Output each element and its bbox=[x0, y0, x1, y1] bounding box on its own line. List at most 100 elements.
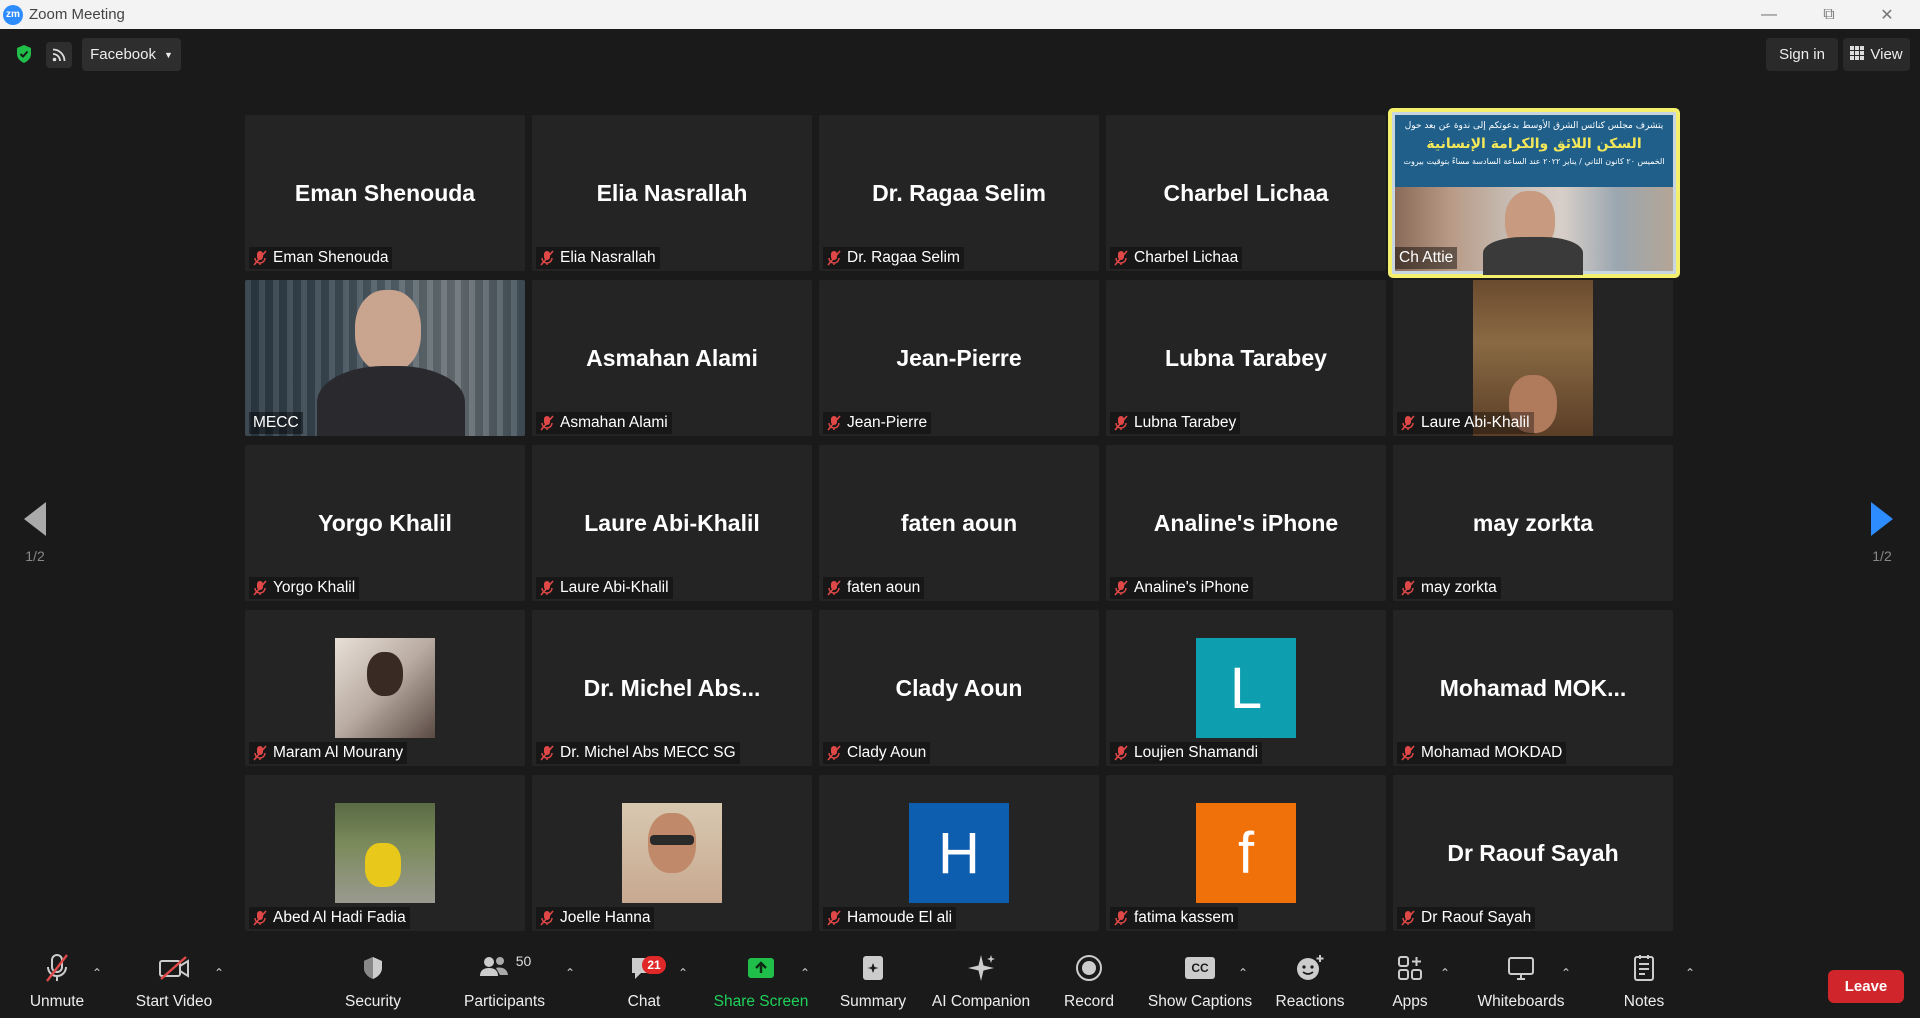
notes-button[interactable]: Notes bbox=[1621, 946, 1667, 1018]
participant-label: Dr. Ragaa Selim bbox=[823, 247, 964, 269]
arrow-right-icon[interactable] bbox=[1869, 500, 1895, 538]
participant-tile[interactable]: may zorkta may zorkta bbox=[1393, 445, 1673, 601]
participant-label: Dr Raouf Sayah bbox=[1397, 907, 1536, 929]
encryption-shield-icon[interactable] bbox=[12, 42, 36, 66]
apps-button[interactable]: Apps bbox=[1389, 946, 1431, 1018]
participant-name: Ch Attie bbox=[1399, 249, 1454, 266]
summary-icon bbox=[860, 946, 886, 990]
share-screen-button[interactable]: Share Screen bbox=[713, 946, 809, 1018]
participant-tile[interactable]: L Loujien Shamandi bbox=[1106, 610, 1386, 766]
whiteboards-caret-icon[interactable]: ⌃ bbox=[1561, 966, 1571, 980]
arrow-left-icon[interactable] bbox=[22, 500, 48, 538]
profile-photo bbox=[335, 638, 435, 738]
chevron-down-icon: ▼ bbox=[163, 49, 173, 60]
leave-button[interactable]: Leave bbox=[1828, 970, 1904, 1003]
ai-companion-label: AI Companion bbox=[931, 993, 1031, 1010]
record-button[interactable]: Record bbox=[1063, 946, 1115, 1018]
muted-mic-icon bbox=[253, 745, 267, 761]
participant-tile[interactable]: Jean-Pierre Jean-Pierre bbox=[819, 280, 1099, 436]
share-caret-icon[interactable]: ⌃ bbox=[800, 966, 810, 980]
minimize-icon[interactable]: — bbox=[1740, 0, 1798, 29]
ai-companion-button[interactable]: AI Companion bbox=[930, 946, 1032, 1018]
participant-tile[interactable]: H Hamoude El ali bbox=[819, 775, 1099, 931]
participant-tile[interactable]: Asmahan Alami Asmahan Alami bbox=[532, 280, 812, 436]
participant-tile[interactable]: faten aoun faten aoun bbox=[819, 445, 1099, 601]
audio-options-caret-icon[interactable]: ⌃ bbox=[92, 966, 102, 980]
participant-name: may zorkta bbox=[1421, 579, 1497, 596]
chat-button[interactable]: 21 Chat bbox=[622, 946, 666, 1018]
photo-child bbox=[365, 843, 401, 887]
participant-label: Hamoude El ali bbox=[823, 907, 957, 929]
participant-name: Dr. Ragaa Selim bbox=[847, 249, 960, 266]
participant-tile[interactable]: Dr. Ragaa Selim Dr. Ragaa Selim bbox=[819, 115, 1099, 271]
show-captions-label: Show Captions bbox=[1147, 993, 1253, 1010]
participant-tile[interactable]: Elia Nasrallah Elia Nasrallah bbox=[532, 115, 812, 271]
muted-mic-icon bbox=[540, 910, 554, 926]
video-off-icon bbox=[158, 946, 190, 990]
participant-tile[interactable]: Clady Aoun Clady Aoun bbox=[819, 610, 1099, 766]
captions-caret-icon[interactable]: ⌃ bbox=[1238, 966, 1248, 980]
participants-caret-icon[interactable]: ⌃ bbox=[565, 966, 575, 980]
chat-caret-icon[interactable]: ⌃ bbox=[678, 966, 688, 980]
participant-head bbox=[355, 290, 421, 372]
livestream-dropdown[interactable]: Facebook ▼ bbox=[82, 38, 181, 71]
muted-mic-icon bbox=[1401, 745, 1415, 761]
active-speaker-tile[interactable]: يتشرف مجلس كنائس الشرق الأوسط بدعوتكم إل… bbox=[1388, 108, 1680, 278]
participant-tile[interactable]: Maram Al Mourany bbox=[245, 610, 525, 766]
participant-tile[interactable]: Joelle Hanna bbox=[532, 775, 812, 931]
summary-button[interactable]: Summary bbox=[835, 946, 911, 1018]
muted-mic-icon bbox=[827, 415, 841, 431]
notes-caret-icon[interactable]: ⌃ bbox=[1685, 966, 1695, 980]
muted-mic-icon bbox=[1114, 910, 1128, 926]
muted-mic-icon bbox=[1401, 415, 1415, 431]
participant-tile[interactable]: Dr Raouf Sayah Dr Raouf Sayah bbox=[1393, 775, 1673, 931]
start-video-button[interactable]: Start Video bbox=[133, 946, 215, 1018]
participant-tile[interactable]: Charbel Lichaa Charbel Lichaa bbox=[1106, 115, 1386, 271]
profile-photo bbox=[622, 803, 722, 903]
participant-label: Mohamad MOKDAD bbox=[1397, 742, 1567, 764]
unmute-button[interactable]: Unmute bbox=[22, 946, 92, 1018]
participant-tile[interactable]: Abed Al Hadi Fadia bbox=[245, 775, 525, 931]
participant-tile[interactable]: Mohamad MOK... Mohamad MOKDAD bbox=[1393, 610, 1673, 766]
sign-in-button[interactable]: Sign in bbox=[1766, 38, 1838, 71]
chat-unread-badge: 21 bbox=[642, 956, 666, 974]
participant-tile[interactable]: Analine's iPhone Analine's iPhone bbox=[1106, 445, 1386, 601]
participant-tile[interactable]: MECC bbox=[245, 280, 525, 436]
muted-mic-icon bbox=[827, 910, 841, 926]
restore-icon[interactable]: ⧉ bbox=[1800, 0, 1858, 29]
participant-tile[interactable]: Laure Abi-Khalil bbox=[1393, 280, 1673, 436]
security-button[interactable]: Security bbox=[343, 946, 403, 1018]
muted-mic-icon bbox=[540, 745, 554, 761]
title-bar: zm Zoom Meeting — ⧉ ✕ bbox=[0, 0, 1920, 29]
participant-name: Joelle Hanna bbox=[560, 909, 651, 926]
zoom-logo-icon: zm bbox=[3, 4, 23, 25]
participant-tile[interactable]: Lubna Tarabey Lubna Tarabey bbox=[1106, 280, 1386, 436]
reactions-button[interactable]: Reactions bbox=[1271, 946, 1349, 1018]
unmute-label: Unmute bbox=[29, 993, 85, 1010]
shield-icon bbox=[362, 946, 384, 990]
livestream-icon[interactable] bbox=[46, 42, 72, 68]
initial-avatar: H bbox=[909, 803, 1009, 903]
participant-tile[interactable]: f fatima kassem bbox=[1106, 775, 1386, 931]
participant-name: Dr. Michel Abs MECC SG bbox=[560, 744, 736, 761]
participant-tile[interactable]: Yorgo Khalil Yorgo Khalil bbox=[245, 445, 525, 601]
participant-tile[interactable]: Dr. Michel Abs... Dr. Michel Abs MECC SG bbox=[532, 610, 812, 766]
participant-name: faten aoun bbox=[847, 579, 921, 596]
next-page-nav[interactable]: 1/2 bbox=[1862, 500, 1902, 600]
show-captions-button[interactable]: CC Show Captions bbox=[1148, 946, 1252, 1018]
whiteboards-button[interactable]: Whiteboards bbox=[1476, 946, 1566, 1018]
muted-mic-icon bbox=[540, 250, 554, 266]
view-button[interactable]: View bbox=[1843, 38, 1910, 71]
muted-mic-icon bbox=[1114, 250, 1128, 266]
video-options-caret-icon[interactable]: ⌃ bbox=[214, 966, 224, 980]
initial-avatar: f bbox=[1196, 803, 1296, 903]
participants-button[interactable]: 50 Participants bbox=[462, 946, 547, 1018]
livestream-label: Facebook bbox=[90, 46, 156, 63]
participant-tile[interactable]: Eman Shenouda Eman Shenouda bbox=[245, 115, 525, 271]
close-icon[interactable]: ✕ bbox=[1858, 0, 1916, 29]
apps-caret-icon[interactable]: ⌃ bbox=[1440, 966, 1450, 980]
participant-name: Abed Al Hadi Fadia bbox=[273, 909, 406, 926]
participant-tile[interactable]: Laure Abi-Khalil Laure Abi-Khalil bbox=[532, 445, 812, 601]
participant-name: Hamoude El ali bbox=[847, 909, 953, 926]
previous-page-nav[interactable]: 1/2 bbox=[15, 500, 55, 600]
